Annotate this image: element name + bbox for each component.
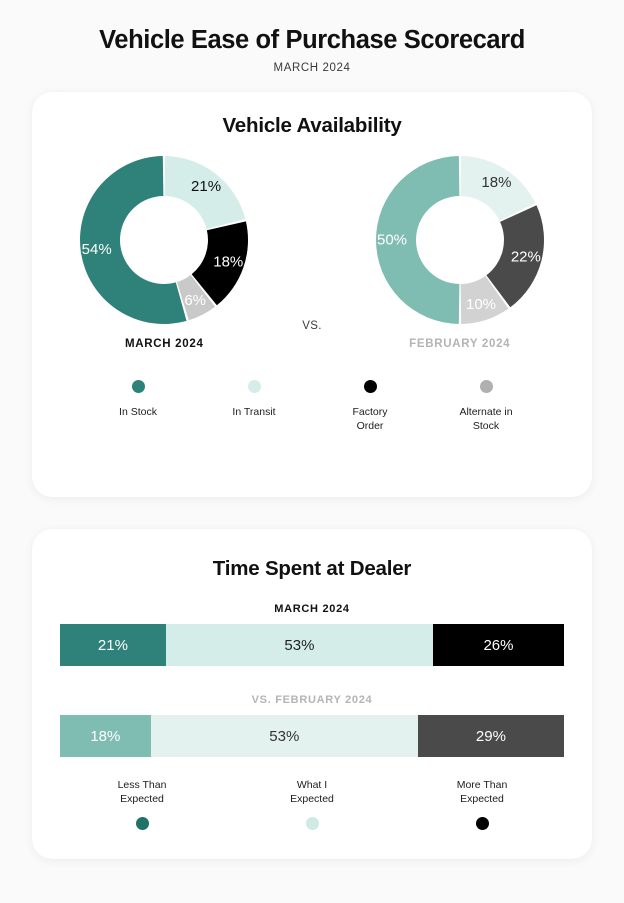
stacked-bar-february: 18% 53% 29% [60,715,564,758]
stacked-bar-segment: 29% [417,715,564,758]
donut-segment-label: 6% [185,292,207,309]
legend-item-label: More Than Expected [456,779,508,806]
legend-item-label: Factory Order [352,406,388,433]
legend-item: What I Expected [270,779,354,831]
legend-dot-icon [363,380,377,394]
stacked-bar-segment: 53% [150,715,418,758]
vehicle-availability-card: Vehicle Availability 21% 18% 6% 54% MARCH 2… [32,92,592,498]
legend-item-label: In Stock [119,406,157,419]
bar-caption-march: MARCH 2024 [274,603,350,616]
legend-item-label: Less Than Expected [117,779,167,806]
donut-comparison-row: 21% 18% 6% 54% MARCH 2024 VS. 18% 22% 10% 50% … [32,154,592,350]
time-at-dealer-legend: Less Than Expected What I Expected More Th… [32,779,592,831]
stacked-bar-segment: 18% [60,715,151,758]
legend-item: Factory Order [331,380,409,434]
vs-label: VS. [302,320,322,333]
bar-group-february: VS. FEBRUARY 2024 18% 53% 29% [32,694,592,758]
legend-item: In Stock [99,380,177,420]
scorecard-page: Vehicle Ease of Purchase Scorecard MARCH… [0,0,624,903]
availability-legend: In Stock In Transit Factory Order Alternate… [32,380,592,434]
page-subtitle: MARCH 2024 [273,62,351,75]
time-at-dealer-card: Time Spent at Dealer MARCH 2024 21% 53% 26… [32,529,592,860]
stacked-bar-march: 21% 53% 26% [60,624,564,667]
legend-dot-icon [135,817,149,831]
legend-item: In Transit [215,380,293,420]
donut-prior-block: 18% 22% 10% 50% FEBRUARY 2024 [368,154,552,350]
donut-chart-march: 21% 18% 6% 54% [80,156,249,325]
donut-segment-label: 18% [481,174,511,191]
donut-segment-label: 18% [214,254,244,271]
legend-item-label: Alternate in Stock [459,406,513,433]
page-title: Vehicle Ease of Purchase Scorecard [99,26,525,54]
legend-dot-icon [479,380,493,394]
legend-dot-icon [305,817,319,831]
donut-segment-label: 50% [377,232,407,249]
donut-caption-february: FEBRUARY 2024 [409,338,511,351]
donut-chart-february: 18% 22% 10% 50% [375,156,544,325]
bar-caption-february: VS. FEBRUARY 2024 [251,694,373,707]
bar-group-march: MARCH 2024 21% 53% 26% [32,603,592,667]
legend-item-label: What I Expected [290,779,334,806]
legend-item: Alternate in Stock [447,380,525,434]
time-at-dealer-title: Time Spent at Dealer [212,557,412,581]
stacked-bar-segment: 21% [60,624,166,667]
legend-item-label: In Transit [232,406,276,419]
legend-dot-icon [247,380,261,394]
donut-caption-march: MARCH 2024 [124,338,204,351]
legend-item: More Than Expected [440,779,524,831]
legend-dot-icon [131,380,145,394]
donut-segment-label: 22% [511,249,541,266]
legend-dot-icon [475,817,489,831]
legend-item: Less Than Expected [100,779,184,831]
stacked-bar-segment: 53% [165,624,433,667]
donut-segment-label: 21% [191,178,221,195]
stacked-bar-segment: 26% [432,624,564,667]
donut-segment-label: 54% [82,241,112,258]
donut-segment-label: 10% [466,296,496,313]
page-header: Vehicle Ease of Purchase Scorecard MARCH… [32,0,592,74]
vehicle-availability-title: Vehicle Availability [222,114,402,138]
donut-current-block: 21% 18% 6% 54% MARCH 2024 [72,154,256,350]
